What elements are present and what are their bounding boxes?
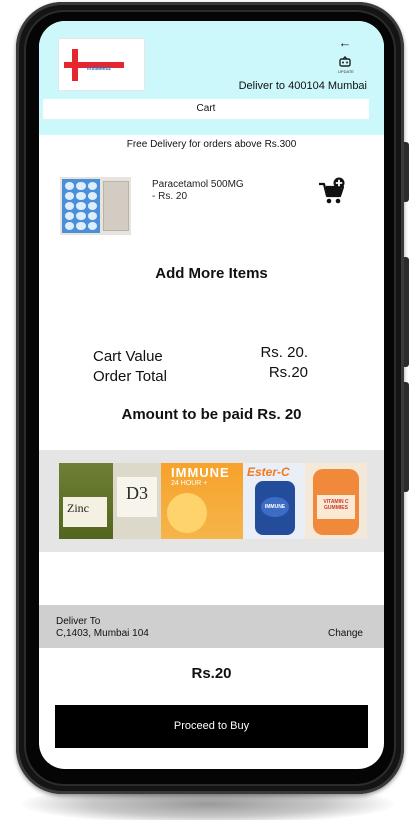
cart-item-name: Paracetamol 500MG bbox=[152, 179, 244, 190]
logo-text: InstaMedz bbox=[87, 66, 112, 72]
ester-c-jar: IMMUNE bbox=[255, 481, 295, 535]
amount-to-pay: Amount to be paid Rs. 20 bbox=[121, 406, 302, 423]
page-title: Cart bbox=[43, 99, 369, 119]
proceed-to-buy-button[interactable]: Proceed to Buy bbox=[55, 705, 368, 748]
summary-values: Rs. 20. Rs.20 bbox=[260, 343, 308, 383]
vitamin-c-label: VITAMIN C GUMMIES bbox=[317, 495, 355, 519]
immune-label: IMMUNE bbox=[171, 465, 230, 480]
back-arrow-icon[interactable]: ← bbox=[336, 36, 354, 50]
zinc-label: Zinc bbox=[63, 497, 107, 527]
order-total-label: Order Total bbox=[93, 368, 167, 385]
cart-item-details[interactable]: Paracetamol 500MG - Rs. 20 bbox=[152, 179, 272, 203]
gps-location-icon[interactable] bbox=[338, 56, 352, 68]
ester-c-label: Ester-C bbox=[247, 465, 290, 479]
product-image[interactable] bbox=[60, 177, 131, 235]
change-address-link[interactable]: Change bbox=[328, 628, 363, 639]
volume-down-button bbox=[404, 382, 409, 492]
app-screen: InstaMedz ← UPDATE Deliver to 400104 Mum… bbox=[39, 21, 384, 769]
delivery-address: Deliver To C,1403, Mumbai 104 bbox=[56, 616, 149, 640]
promo-banner[interactable]: Zinc D3 IMMUNE 24 HOUR + Ester-C IMMUNE … bbox=[59, 463, 367, 539]
order-total-amount: Rs.20 bbox=[268, 364, 308, 381]
add-to-cart-icon[interactable] bbox=[317, 177, 347, 207]
volume-up-button bbox=[404, 257, 409, 367]
cart-value-label: Cart Value bbox=[93, 348, 163, 365]
app-logo[interactable]: InstaMedz bbox=[58, 38, 145, 91]
promo-banner-strip: Zinc D3 IMMUNE 24 HOUR + Ester-C IMMUNE … bbox=[39, 450, 384, 552]
medicine-box bbox=[103, 181, 129, 231]
d3-product-image: D3 bbox=[113, 463, 161, 539]
deliver-to-label: Deliver To bbox=[56, 616, 101, 627]
header: InstaMedz ← UPDATE Deliver to 400104 Mum… bbox=[39, 21, 384, 135]
total-amount: Rs.20 bbox=[191, 665, 232, 682]
vitamin-c-jar: VITAMIN C GUMMIES bbox=[313, 469, 359, 535]
delivery-address-section: Deliver To C,1403, Mumbai 104 Change bbox=[39, 605, 384, 648]
free-delivery-notice: Free Delivery for orders above Rs.300 bbox=[126, 139, 297, 150]
location-update-label[interactable]: UPDATE bbox=[334, 69, 358, 74]
blister-pack bbox=[62, 179, 100, 233]
summary-labels: Cart Value Order Total bbox=[93, 347, 167, 387]
immune-sub-label: 24 HOUR + bbox=[171, 480, 208, 487]
add-more-items-button[interactable]: Add More Items bbox=[39, 265, 384, 282]
power-button bbox=[404, 142, 409, 202]
immune-product-image: IMMUNE 24 HOUR + bbox=[161, 463, 243, 539]
cart-value-amount: Rs. 20. bbox=[260, 344, 308, 361]
deliver-to-location[interactable]: Deliver to 400104 Mumbai bbox=[239, 80, 367, 92]
vitamin-c-product-image: VITAMIN C GUMMIES bbox=[305, 463, 367, 539]
ester-c-badge: IMMUNE bbox=[261, 497, 289, 517]
delivery-address-text: C,1403, Mumbai 104 bbox=[56, 628, 149, 639]
cart-item-price: - Rs. 20 bbox=[152, 191, 188, 202]
orange-graphic bbox=[167, 493, 207, 533]
zinc-product-image: Zinc bbox=[59, 463, 113, 539]
ester-c-product-image: Ester-C IMMUNE bbox=[243, 463, 305, 539]
d3-label: D3 bbox=[117, 477, 157, 517]
